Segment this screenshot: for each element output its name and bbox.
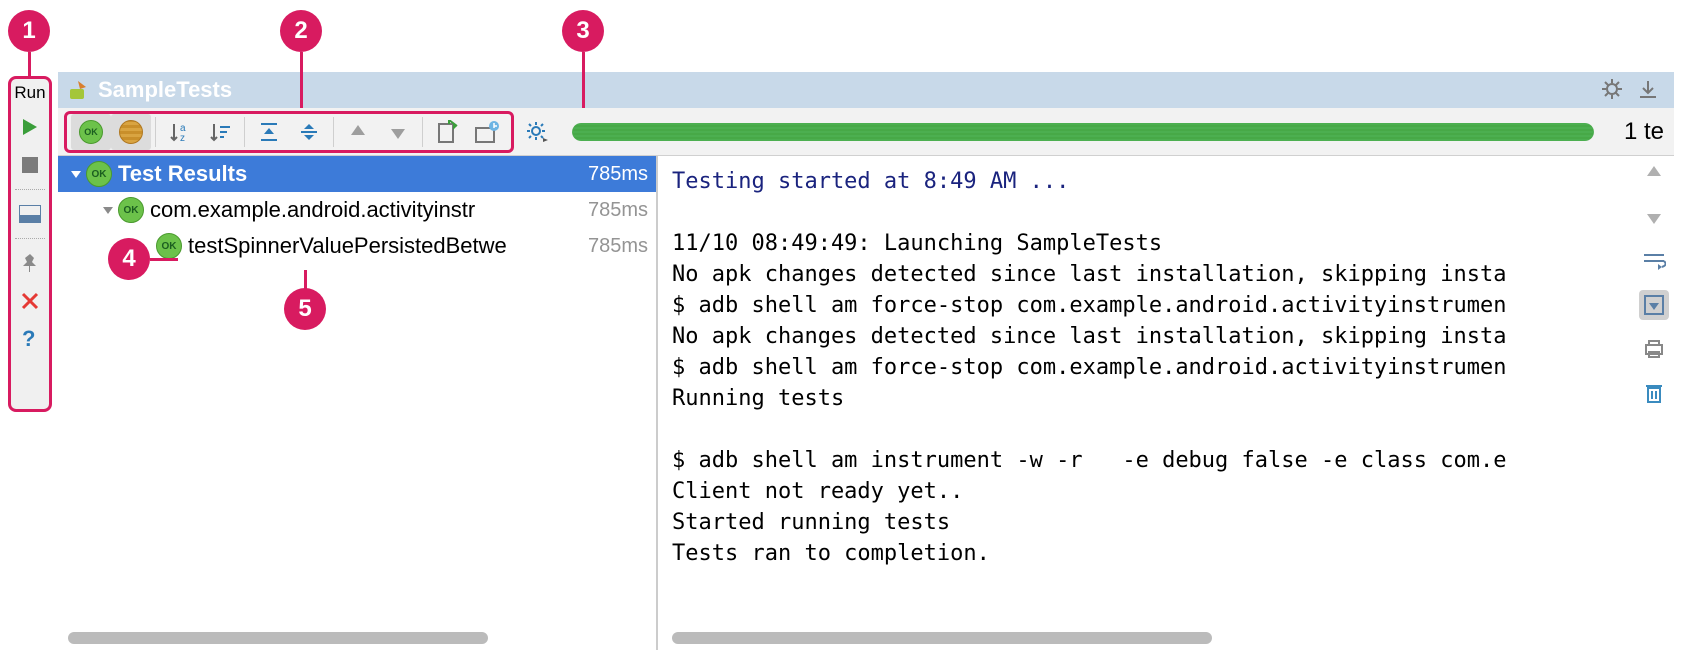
separator [244,117,245,147]
run-tool-window-left-bar: Run ? [8,76,52,412]
up-stack-button[interactable] [1639,158,1669,188]
expand-all-button[interactable] [289,114,329,150]
help-button[interactable]: ? [16,325,44,353]
console-body: 11/10 08:49:49: Launching SampleTests No… [672,231,1506,566]
sort-alpha-button[interactable]: az [160,114,200,150]
header-settings-icon[interactable] [1602,79,1624,101]
header-download-icon[interactable] [1638,79,1660,101]
export-results-button[interactable] [427,114,467,150]
ok-badge-icon: OK [79,120,103,144]
tree-class-duration: 785ms [588,199,656,222]
ok-badge-icon: OK [86,161,112,187]
print-button[interactable] [1639,334,1669,364]
show-passed-button[interactable]: OK [71,114,111,150]
test-count-label: 1 te [1614,118,1674,146]
clear-all-button[interactable] [1639,378,1669,408]
tree-class-label: com.example.android.activityinstr [150,197,475,223]
svg-text:z: z [180,133,185,144]
import-results-button[interactable] [467,114,507,150]
test-tree-pane[interactable]: OK Test Results 785ms OK com.example.and… [58,156,658,650]
separator [15,189,45,190]
next-failed-button[interactable] [378,114,418,150]
tree-test-label: testSpinnerValuePersistedBetwe [188,233,507,259]
console-output[interactable]: Testing started at 8:49 AM ... 11/10 08:… [658,156,1630,650]
run-tab-label: Run [14,83,45,103]
show-ignored-button[interactable] [111,114,151,150]
callout-1: 1 [8,10,50,52]
console-horizontal-scrollbar[interactable] [672,632,1212,644]
callout-5: 5 [284,288,326,330]
callout-3: 3 [562,10,604,52]
console-right-bar [1634,158,1674,408]
main-area: OK Test Results 785ms OK com.example.and… [58,156,1630,650]
tree-horizontal-scrollbar[interactable] [68,632,488,644]
test-toolbar: OK az [64,111,514,153]
tree-root-label: Test Results [118,161,247,187]
ignored-badge-icon [119,120,143,144]
callout-4: 4 [108,238,150,280]
disclosure-triangle-icon[interactable] [98,203,118,217]
layout-button[interactable] [16,200,44,228]
test-progress [552,123,1614,141]
tree-class-row[interactable]: OK com.example.android.activityinstr 785… [58,192,656,228]
stop-button[interactable] [16,151,44,179]
callout-2: 2 [280,10,322,52]
ok-badge-icon: OK [118,197,144,223]
ok-badge-icon: OK [156,233,182,259]
close-button[interactable] [16,287,44,315]
soft-wrap-button[interactable] [1639,246,1669,276]
callout-5-stem [304,270,307,290]
console-first-line: Testing started at 8:49 AM ... [672,169,1069,194]
android-run-icon [68,79,90,101]
svg-text:?: ? [22,328,35,350]
separator [333,117,334,147]
prev-failed-button[interactable] [338,114,378,150]
test-toolbar-row: OK az [58,108,1674,156]
pin-button[interactable] [16,249,44,277]
tree-test-duration: 785ms [588,235,656,258]
tree-root-row[interactable]: OK Test Results 785ms [58,156,656,192]
callout-4-stem [150,258,178,261]
rerun-button[interactable] [16,113,44,141]
scroll-to-end-button[interactable] [1639,290,1669,320]
callout-1-stem [28,52,31,76]
run-config-title: SampleTests [98,77,232,103]
progress-fill [572,123,1594,141]
callout-3-stem [582,52,585,108]
tree-root-duration: 785ms [588,163,656,186]
separator [15,238,45,239]
down-stack-button[interactable] [1639,202,1669,232]
test-settings-button[interactable] [522,117,552,147]
disclosure-triangle-icon[interactable] [66,167,86,181]
callout-2-stem [300,52,303,108]
separator [422,117,423,147]
sort-duration-button[interactable] [200,114,240,150]
collapse-all-button[interactable] [249,114,289,150]
separator [155,117,156,147]
